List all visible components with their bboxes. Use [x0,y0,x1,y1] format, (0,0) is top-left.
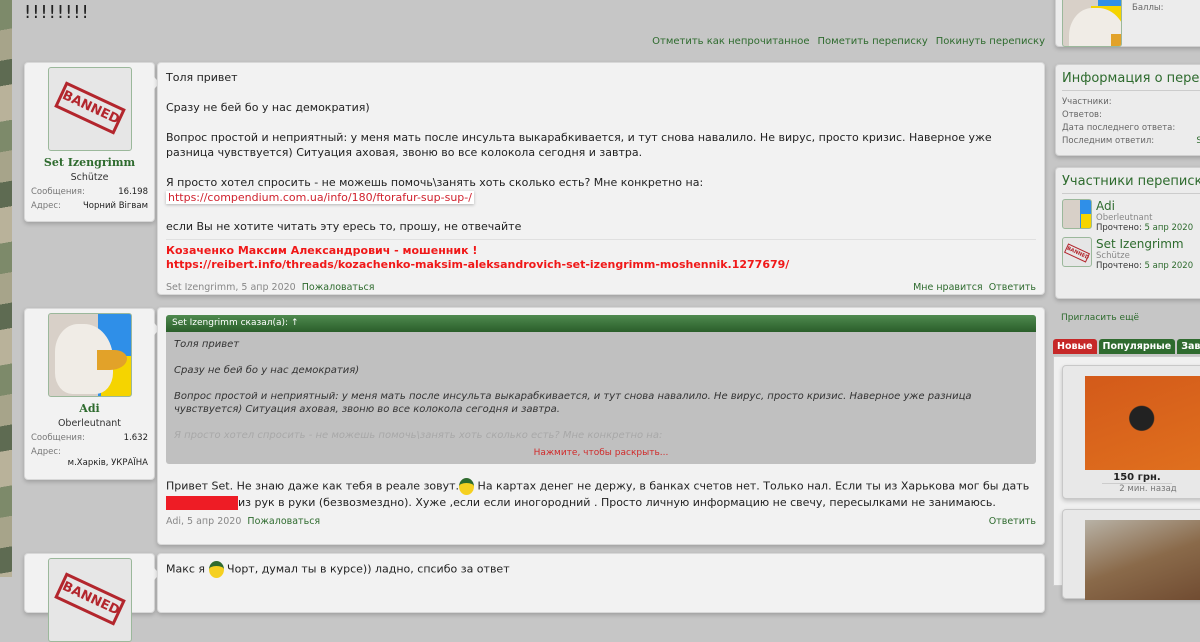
signature: Козаченко Максим Александрович - мошенни… [166,239,1036,272]
read-date: 5 апр 2020 [1144,223,1194,233]
signature-text: Козаченко Максим Александрович - мошенни… [166,244,478,257]
message-text: Макс я [166,562,206,576]
username[interactable]: Set Izengrimm [31,156,148,169]
like-link[interactable]: Мне нравится [913,282,983,293]
message-text: Я просто хотел спросить - не можешь помо… [166,176,704,189]
username[interactable]: Adi [31,402,148,415]
smiley-icon [459,478,475,495]
participant-name[interactable]: Set Izengrimm [1096,237,1193,251]
listing-time: 2 мин. назад [1119,484,1177,494]
avatar[interactable] [1062,199,1092,229]
expand-quote-link[interactable]: Нажмите, чтобы раскрыть... [166,444,1036,464]
address-value: м.Харків, УКРАЇНА [67,458,148,468]
message-text: Вопрос простой и неприятный: у меня мать… [166,131,992,159]
conversation-participants: Участники переписки Adi Oberleutnant Прочт… [1055,167,1200,299]
avatar[interactable]: BANNED [1062,237,1092,267]
listing-image[interactable] [1085,520,1200,600]
message-3: Макс я Чорт, думал ты в курсе)) ладно, с… [157,553,1045,613]
page-title: !!!!!!!! [24,2,90,23]
message-text: Толя привет [166,71,238,84]
listing-image[interactable] [1085,376,1200,470]
avatar[interactable] [1062,0,1122,47]
background-camouflage [0,0,12,577]
leave-thread-link[interactable]: Покинуть переписку [936,36,1045,47]
read-date: 5 апр 2020 [1144,261,1194,271]
avatar[interactable]: BANNED [47,558,132,642]
messages-label: Сообщения: [31,433,85,443]
message-text: Привет Set. Не знаю даже как тебя в реал… [166,479,460,493]
message-text: Чорт, думал ты в курсе)) ладно, спсибо з… [223,562,510,576]
participant-rank: Schütze [1096,251,1130,261]
conversation-info: Информация о переписке Участники: Ответо… [1055,64,1200,156]
post-meta[interactable]: Adi, 5 апр 2020 [166,516,241,527]
participant-rank: Oberleutnant [1096,213,1153,223]
info-label: Участники: [1062,97,1112,107]
thread-actions: Отметить как непрочитанное Пометить пере… [652,36,1045,47]
read-label: Прочтено: [1096,223,1142,233]
info-label: Последним ответил: [1062,136,1155,146]
mark-unread-link[interactable]: Отметить как непрочитанное [652,36,809,47]
user-info-adi: Adi Oberleutnant Сообщения: 1.632 Адрес: … [24,308,160,480]
address-value: Чорний Вігвам [82,201,148,211]
reply-link[interactable]: Ответить [989,514,1036,529]
listing-price: 150 грн. [1102,472,1172,484]
address-label: Адрес: [31,447,61,457]
tab-new[interactable]: Новые [1053,339,1097,354]
quote-block: Set Izengrimm сказал(а): ↑ Толя привет С… [166,315,1036,464]
messages-label: Сообщения: [31,187,85,197]
message-text: Сразу не бей бо у нас демократия) [166,101,370,114]
section-title: Участники переписки [1062,174,1200,194]
messages-count: 1.632 [123,433,148,443]
message-text: из рук в руки (безвозмездно). Хуже ,если… [238,496,996,509]
points-label: Баллы: [1132,3,1164,13]
message-link[interactable]: https://compendium.com.ua/info/180/ftora… [166,191,474,204]
message-text: если Вы не хотите читать эту ересь то, п… [166,220,522,233]
avatar[interactable] [47,313,132,397]
listing-tabs: Новые Популярные Заверш [1053,339,1200,354]
banned-stamp-icon: BANNED [53,81,126,135]
participant-item: Adi Oberleutnant Прочтено: 5 апр 2020 [1062,199,1200,233]
invite-link[interactable]: Пригласить ещё [1061,313,1139,323]
messages-count: 16.198 [118,187,148,197]
address-label: Адрес: [31,201,61,211]
user-rank: Oberleutnant [57,418,122,429]
signature-link[interactable]: https://reibert.info/threads/kozachenko-… [166,258,1036,272]
banned-stamp-icon: BANNED [1064,243,1090,263]
report-link[interactable]: Пожаловаться [302,282,375,293]
avatar[interactable]: BANNED [47,67,132,151]
redacted-block [166,496,238,510]
banned-stamp-icon: BANNED [53,572,126,626]
user-rank: Schütze [70,172,109,183]
participant-item: BANNED Set Izengrimm Schütze Прочтено: 5 а… [1062,237,1200,271]
section-title: Информация о переписке [1062,71,1200,91]
reply-link[interactable]: Ответить [989,282,1036,293]
quote-text-faded: Я просто хотел спросить - не можешь помо… [174,430,663,441]
listing-card[interactable] [1062,509,1200,600]
message-2: Set Izengrimm сказал(а): ↑ Толя привет С… [157,307,1045,545]
smiley-icon [208,561,224,578]
post-meta[interactable]: Set Izengrimm, 5 апр 2020 [166,282,296,293]
last-replier-link[interactable]: Se [1196,135,1200,148]
message-1: Толя привет Сразу не бей бо у нас демокр… [157,62,1045,295]
quote-text: Сразу не бей бо у нас демократия) [174,365,360,376]
read-label: Прочтено: [1096,261,1142,271]
visitor-panel: Баллы: [1055,0,1200,47]
report-link[interactable]: Пожаловаться [247,516,320,527]
quote-text: Толя привет [174,339,240,350]
info-label: Дата последнего ответа: [1062,123,1176,133]
tab-popular[interactable]: Популярные [1098,339,1176,354]
mark-thread-link[interactable]: Пометить переписку [818,36,928,47]
quote-text: Вопрос простой и неприятный: у меня мать… [174,391,972,415]
user-info-set-izengrimm: BANNED Set Izengrimm Schütze Сообщения: 1… [24,62,160,222]
user-info-set-izengrimm: BANNED [24,553,160,642]
message-text: На картах денег не держу, в банках счето… [474,479,1030,493]
info-label: Ответов: [1062,110,1102,120]
participant-name[interactable]: Adi [1096,199,1193,213]
tab-completed[interactable]: Заверш [1177,339,1200,354]
listing-card[interactable]: 150 грн. 2 мин. назад [1062,365,1200,499]
quote-header[interactable]: Set Izengrimm сказал(а): ↑ [166,315,1036,332]
